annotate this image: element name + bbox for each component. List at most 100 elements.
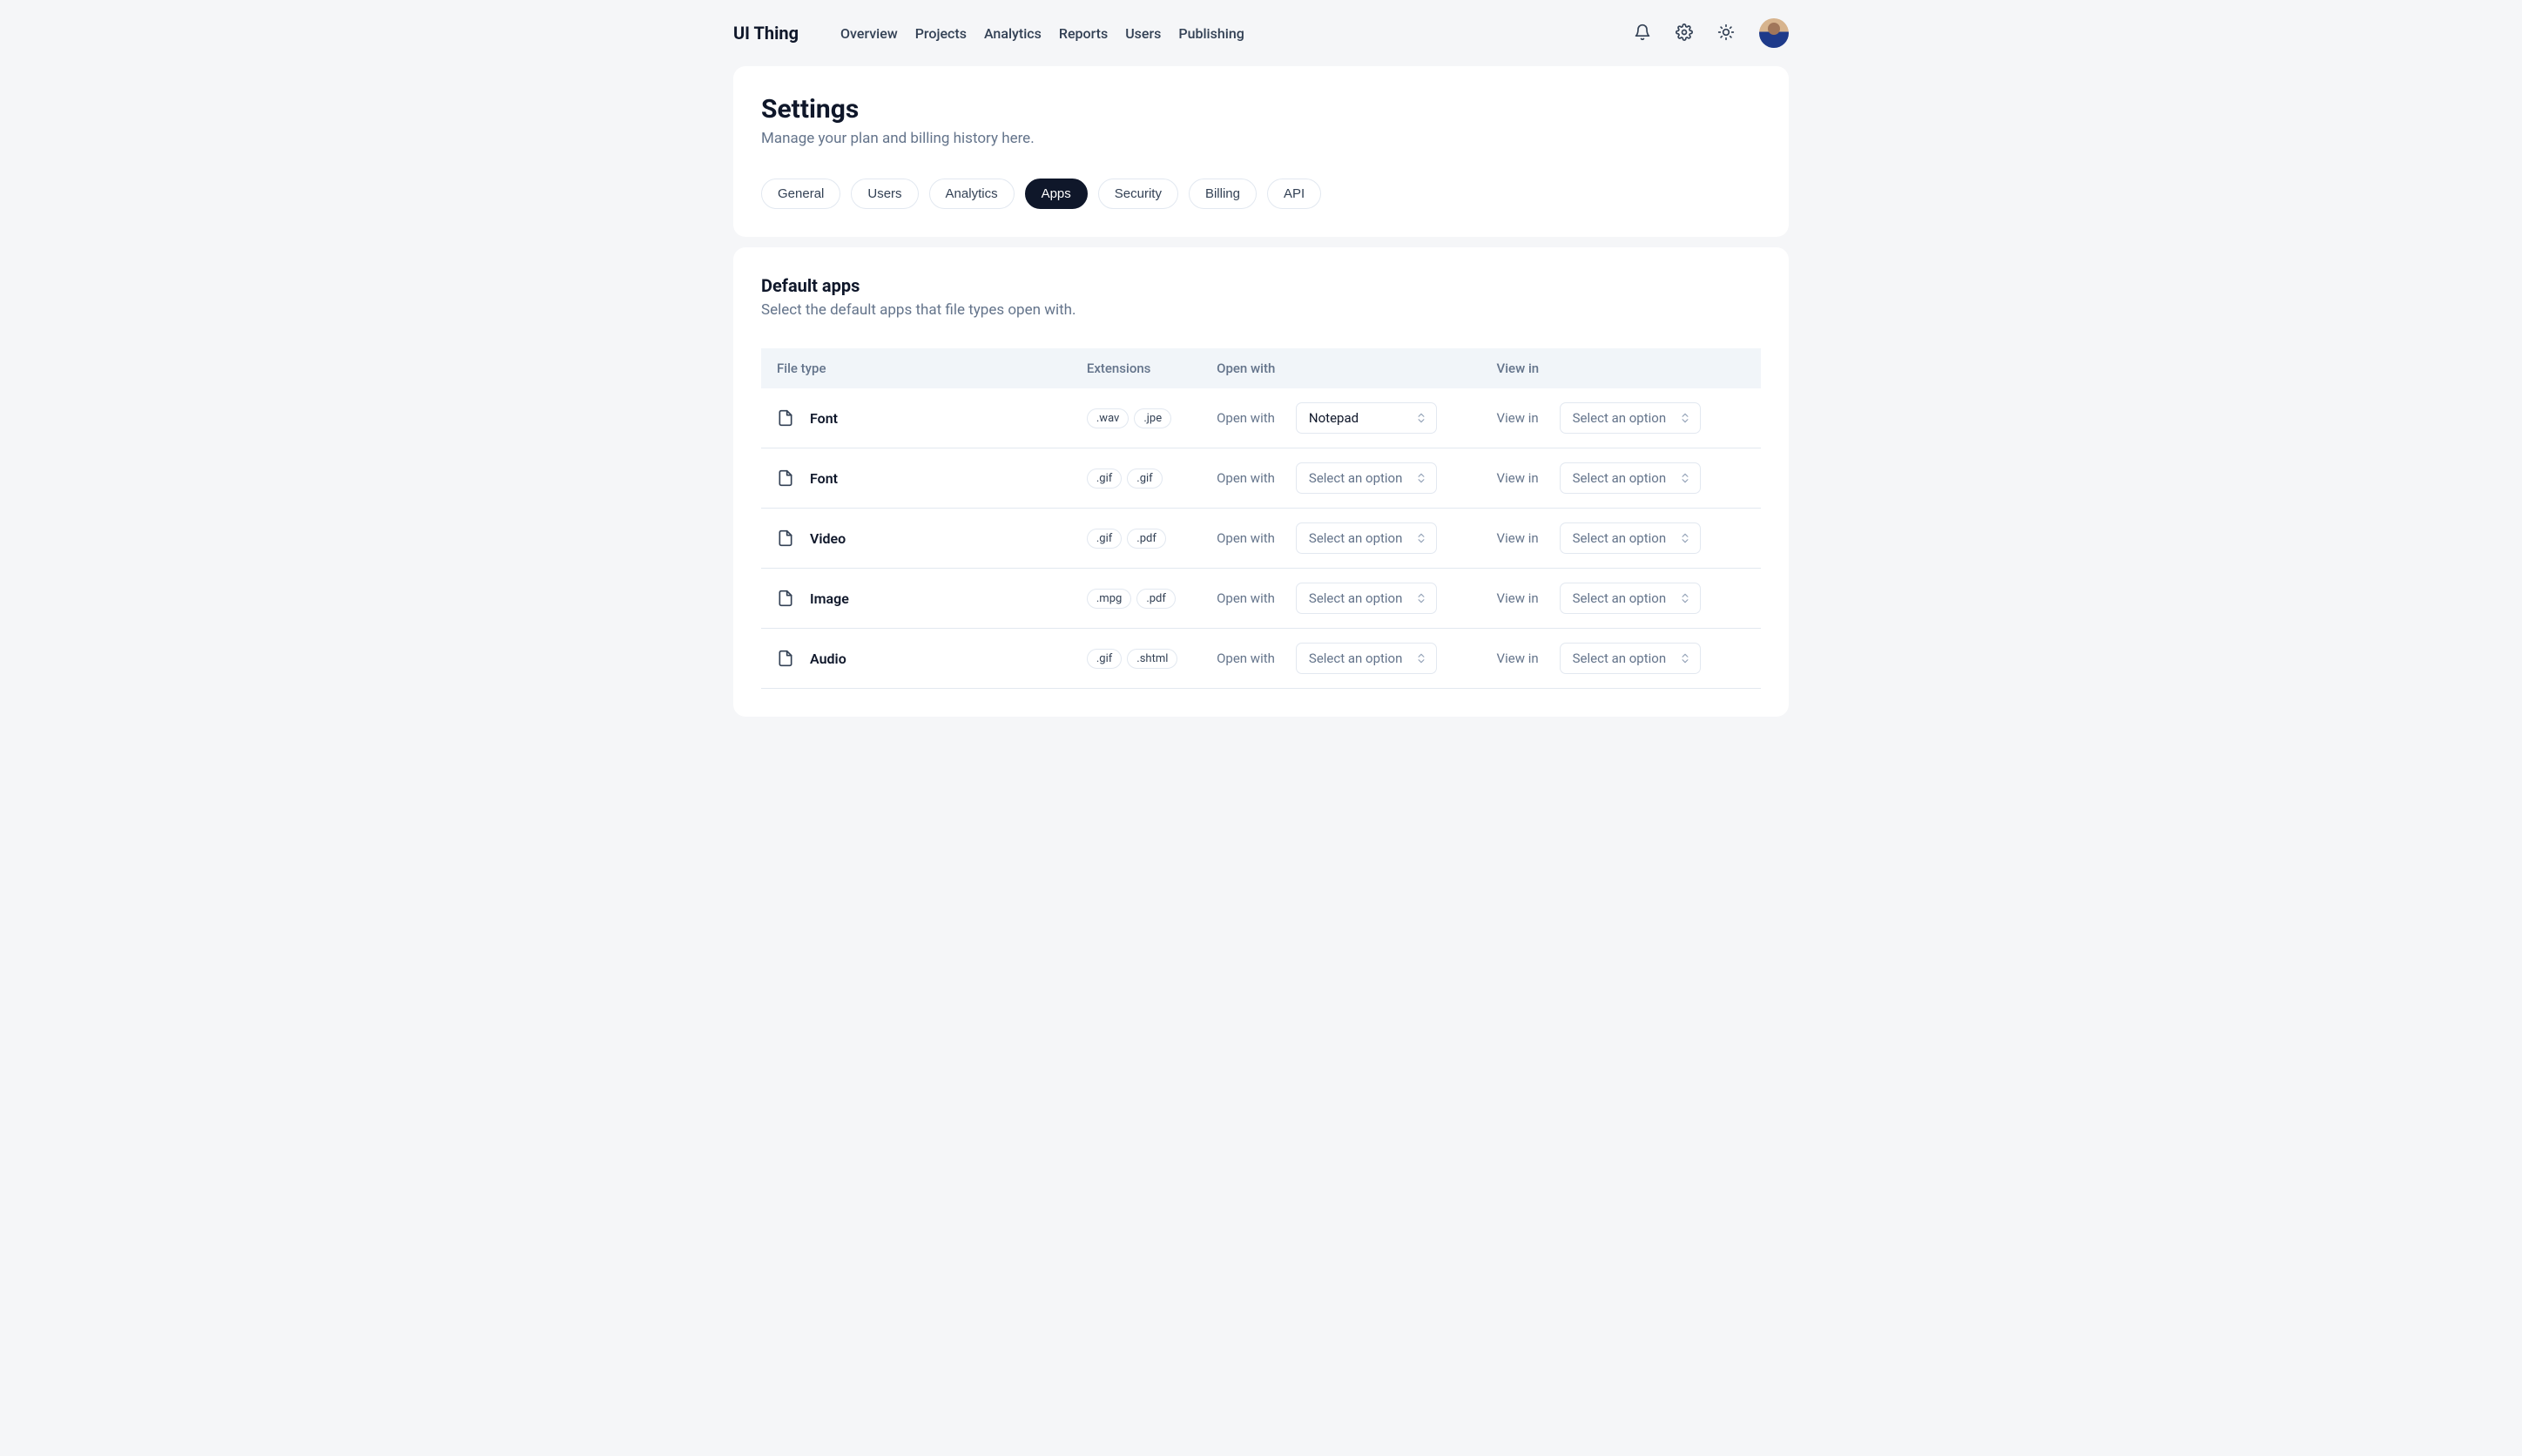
view-in-select[interactable]: Select an option	[1560, 402, 1701, 434]
top-nav: UI Thing Overview Projects Analytics Report…	[733, 0, 1789, 66]
file-type-name: Font	[810, 470, 838, 487]
bell-icon	[1634, 24, 1651, 44]
view-in-select-label: View in	[1497, 410, 1539, 426]
settings-card: Settings Manage your plan and billing hi…	[733, 66, 1789, 237]
extension-badge: .pdf	[1136, 589, 1176, 609]
tab-billing[interactable]: Billing	[1189, 179, 1257, 209]
view-in-select-label: View in	[1497, 470, 1539, 486]
tab-api[interactable]: API	[1267, 179, 1321, 209]
view-in-select-label: View in	[1497, 650, 1539, 666]
view-in-select-value: Select an option	[1573, 470, 1666, 486]
open-with-select[interactable]: Select an option	[1296, 462, 1437, 494]
file-icon	[777, 469, 794, 487]
settings-tabs: General Users Analytics Apps Security Billing…	[761, 179, 1761, 209]
view-in-select[interactable]: Select an option	[1560, 522, 1701, 554]
table-body: Font .wav.jpe Open with Notepad View in Selec…	[761, 388, 1761, 689]
extension-badge: .jpe	[1134, 408, 1171, 428]
chevron-up-down-icon	[1679, 412, 1691, 424]
file-icon	[777, 529, 794, 547]
open-with-select-value: Select an option	[1309, 470, 1402, 486]
nav-link-users[interactable]: Users	[1125, 18, 1161, 49]
extension-badge: .pdf	[1127, 529, 1166, 549]
col-header-file-type: File type	[761, 348, 1071, 388]
tab-apps[interactable]: Apps	[1025, 179, 1088, 209]
sun-icon	[1717, 24, 1735, 44]
open-with-select[interactable]: Notepad	[1296, 402, 1437, 434]
avatar[interactable]	[1759, 18, 1789, 48]
file-type-name: Font	[810, 410, 838, 427]
table-row: Video .gif.pdf Open with Select an option Vi…	[761, 509, 1761, 569]
open-with-select[interactable]: Select an option	[1296, 643, 1437, 674]
open-with-select-value: Select an option	[1309, 650, 1402, 666]
nav-link-projects[interactable]: Projects	[915, 18, 967, 49]
view-in-select-label: View in	[1497, 530, 1539, 546]
open-with-select-label: Open with	[1217, 590, 1275, 606]
col-header-view-in: View in	[1481, 348, 1761, 388]
file-type-name: Image	[810, 590, 849, 607]
file-icon	[777, 650, 794, 667]
open-with-select[interactable]: Select an option	[1296, 522, 1437, 554]
page-subtitle: Manage your plan and billing history her…	[761, 130, 1761, 147]
nav-link-analytics[interactable]: Analytics	[984, 18, 1042, 49]
chevron-up-down-icon	[1679, 592, 1691, 604]
view-in-select-value: Select an option	[1573, 650, 1666, 666]
view-in-select-value: Select an option	[1573, 530, 1666, 546]
view-in-select[interactable]: Select an option	[1560, 583, 1701, 614]
view-in-select-label: View in	[1497, 590, 1539, 606]
file-type-name: Audio	[810, 650, 846, 667]
open-with-select[interactable]: Select an option	[1296, 583, 1437, 614]
open-with-select-label: Open with	[1217, 650, 1275, 666]
section-title: Default apps	[761, 275, 1761, 296]
theme-toggle-button[interactable]	[1717, 24, 1735, 44]
extension-badge: .gif	[1127, 468, 1162, 489]
table-row: Image .mpg.pdf Open with Select an option Vi…	[761, 569, 1761, 629]
extension-badge: .gif	[1087, 529, 1122, 549]
chevron-up-down-icon	[1415, 592, 1427, 604]
gear-icon	[1676, 24, 1693, 44]
table-row: Font .wav.jpe Open with Notepad View in Selec…	[761, 388, 1761, 448]
chevron-up-down-icon	[1679, 472, 1691, 484]
col-header-open-with: Open with	[1201, 348, 1480, 388]
open-with-select-value: Select an option	[1309, 530, 1402, 546]
view-in-select[interactable]: Select an option	[1560, 462, 1701, 494]
view-in-select-value: Select an option	[1573, 590, 1666, 606]
nav-link-publishing[interactable]: Publishing	[1178, 18, 1244, 49]
col-header-extensions: Extensions	[1071, 348, 1201, 388]
tab-analytics[interactable]: Analytics	[929, 179, 1015, 209]
open-with-select-value: Select an option	[1309, 590, 1402, 606]
chevron-up-down-icon	[1415, 412, 1427, 424]
table-row: Audio.gif.shtmlOpen withSelect an option…	[761, 629, 1761, 689]
chevron-up-down-icon	[1679, 532, 1691, 544]
chevron-up-down-icon	[1415, 652, 1427, 664]
open-with-select-value: Notepad	[1309, 410, 1359, 426]
chevron-up-down-icon	[1415, 472, 1427, 484]
table-row: Font .gif.gif Open with Select an option Vie…	[761, 448, 1761, 509]
tab-users[interactable]: Users	[851, 179, 918, 209]
nav-link-reports[interactable]: Reports	[1059, 18, 1108, 49]
open-with-select-label: Open with	[1217, 410, 1275, 426]
open-with-select-label: Open with	[1217, 470, 1275, 486]
view-in-select-value: Select an option	[1573, 410, 1666, 426]
tab-general[interactable]: General	[761, 179, 840, 209]
file-icon	[777, 590, 794, 607]
chevron-up-down-icon	[1415, 532, 1427, 544]
settings-button[interactable]	[1676, 24, 1693, 44]
default-apps-table: File type Extensions Open with View in F…	[761, 348, 1761, 689]
view-in-select[interactable]: Select an option	[1560, 643, 1701, 674]
chevron-up-down-icon	[1679, 652, 1691, 664]
nav-links: Overview Projects Analytics Reports Users Pub…	[840, 18, 1634, 49]
page-title: Settings	[761, 94, 1761, 125]
section-subtitle: Select the default apps that file types …	[761, 301, 1761, 319]
nav-link-overview[interactable]: Overview	[840, 18, 898, 49]
extension-badge: .wav	[1087, 408, 1129, 428]
brand-logo[interactable]: UI Thing	[733, 23, 799, 44]
extension-badge: .mpg	[1087, 589, 1131, 609]
default-apps-card: Default apps Select the default apps tha…	[733, 247, 1789, 717]
extension-badge: .shtml	[1127, 649, 1177, 669]
open-with-select-label: Open with	[1217, 530, 1275, 546]
topnav-actions	[1634, 18, 1789, 48]
extension-badge: .gif	[1087, 468, 1122, 489]
notifications-button[interactable]	[1634, 24, 1651, 44]
file-type-name: Video	[810, 530, 846, 547]
tab-security[interactable]: Security	[1098, 179, 1178, 209]
